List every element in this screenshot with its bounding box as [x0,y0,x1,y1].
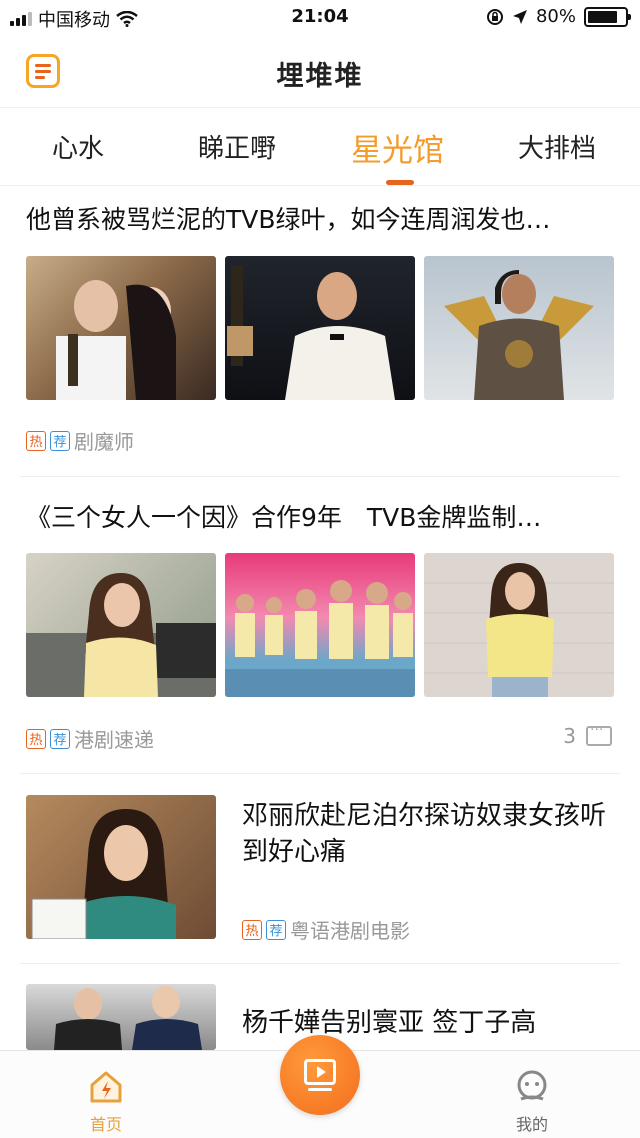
article-title[interactable]: 杨千嬅告别寰亚 签丁子高 [242,1002,612,1039]
tab-xingguangguan[interactable]: 星光馆 [351,125,444,170]
divider [20,773,620,774]
tab-dapaidang[interactable]: 大排档 [518,128,596,165]
video-play-button[interactable] [280,1035,360,1115]
category-tabs: 心水 睇正嘢 星光馆 大排档 [0,108,640,186]
article-source[interactable]: 剧魔师 [74,426,134,455]
divider [20,963,620,964]
hot-tag: 热 [26,728,46,749]
battery-percent: 80% [535,6,576,27]
location-icon [512,9,527,24]
bottom-nav: 首页 我的 [0,1035,640,1138]
recommend-tag: 荐 [50,430,70,451]
article-thumbnail[interactable] [225,256,415,400]
article-source[interactable]: 粤语港剧电影 [290,915,410,944]
nav-me-label: 我的 [515,1115,548,1134]
tv-stand [308,1088,332,1091]
article-thumbnail[interactable] [225,553,415,697]
active-tab-indicator [386,180,414,185]
article-thumbnail[interactable] [26,553,216,697]
comment-count-button[interactable]: 3 [563,722,612,748]
app-header: 埋堆堆 [0,36,640,108]
article-thumbnail[interactable] [26,256,216,400]
article-thumbnail[interactable] [424,553,614,697]
tab-xinshui[interactable]: 心水 [52,128,104,165]
article-thumbnail[interactable] [424,256,614,400]
comment-icon [586,722,612,746]
profile-icon [517,1070,547,1101]
tv-play-icon [304,1059,336,1085]
article-thumbnail[interactable] [26,984,216,1050]
nav-home[interactable]: 首页 [66,1069,146,1135]
home-icon [90,1071,122,1103]
battery-icon [584,6,631,27]
article-title[interactable]: 他曾系被骂烂泥的TVB绿叶，如今连周润发也… [26,200,614,236]
article-source[interactable]: 港剧速递 [74,724,154,753]
status-right: 80% [486,6,631,27]
article-title[interactable]: 邓丽欣赴尼泊尔探访奴隶女孩听到好心痛 [242,798,612,870]
article-title[interactable]: 《三个女人一个因》合作9年 TVB金牌监制… [26,498,614,534]
comment-count: 3 [563,724,576,748]
status-bar: 中国移动 21:04 80% [0,0,640,36]
article-thumbnail[interactable] [26,795,216,939]
rotation-lock-icon [486,8,503,25]
tab-taizhengye[interactable]: 睇正嘢 [198,128,276,165]
divider [20,476,620,477]
article-meta: 热 荐 港剧速递 [26,724,154,753]
recommend-tag: 荐 [266,919,286,940]
nav-home-label: 首页 [89,1115,122,1134]
hot-tag: 热 [242,919,262,940]
hot-tag: 热 [26,430,46,451]
app-title: 埋堆堆 [276,61,364,92]
nav-me[interactable]: 我的 [492,1069,572,1135]
article-meta: 热 荐 粤语港剧电影 [242,915,410,944]
battery-level [588,10,617,23]
article-meta: 热 荐 剧魔师 [26,426,134,455]
recommend-tag: 荐 [50,728,70,749]
